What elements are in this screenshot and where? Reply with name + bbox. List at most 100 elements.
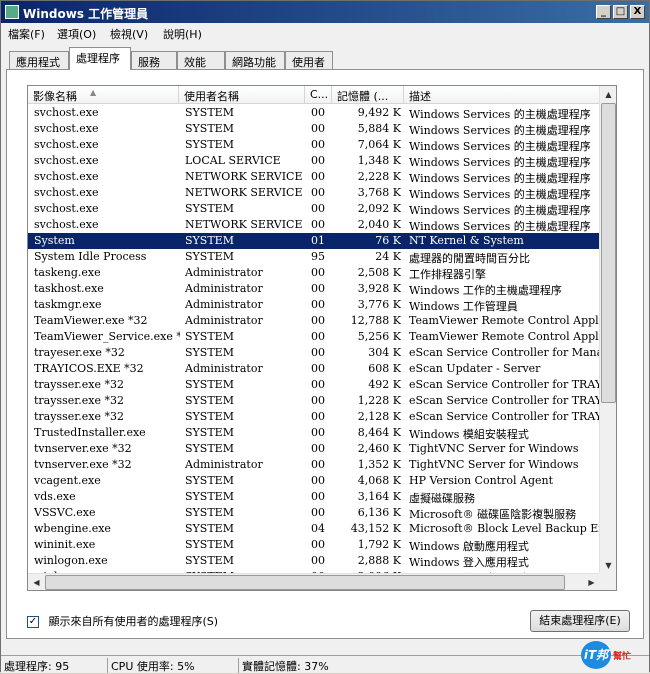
table-row[interactable]: svchost.exe SYSTEM 00 9,492 K Windows Servic… [28, 105, 600, 121]
column-cpu[interactable]: C... [305, 86, 332, 104]
vertical-scroll-thumb[interactable] [601, 103, 616, 403]
process-user-cell: SYSTEM [185, 106, 234, 119]
end-process-button[interactable]: 結束處理程序(E) [530, 610, 630, 632]
table-row[interactable]: taskmgr.exe Administrator 00 3,776 K Windows… [28, 297, 600, 313]
table-row[interactable]: svchost.exe SYSTEM 00 2,092 K Windows Servic… [28, 201, 600, 217]
process-description-cell: eScan Service Controller for TRAYICOS [409, 378, 600, 391]
menu-options[interactable]: 選項(O) [57, 26, 96, 42]
table-row[interactable]: winlogon.exe SYSTEM 00 2,888 K Windows 登入應用程… [28, 553, 600, 569]
process-cpu-cell: 00 [311, 394, 325, 407]
process-name-cell: trayeser.exe *32 [34, 346, 125, 359]
vertical-scrollbar[interactable]: ▲ ▼ [599, 86, 616, 574]
list-header: 影像名稱 ▲ 使用者名稱 C... 記憶體 (... 描述 [28, 86, 600, 104]
process-description-cell: Windows 工作的主機處理程序 [409, 284, 562, 297]
maximize-button[interactable]: □ [613, 5, 628, 19]
scroll-left-icon[interactable]: ◀ [28, 574, 45, 590]
process-user-cell: Administrator [185, 314, 263, 327]
table-row[interactable]: svchost.exe NETWORK SERVICE 00 2,040 K Windo… [28, 217, 600, 233]
table-row[interactable]: wbengine.exe SYSTEM 04 43,152 K Microsoft® B… [28, 521, 600, 537]
scroll-down-icon[interactable]: ▼ [600, 557, 616, 574]
table-row[interactable]: svchost.exe SYSTEM 00 5,884 K Windows Servic… [28, 121, 600, 137]
tab-performance[interactable]: 效能 [177, 51, 225, 70]
process-user-cell: SYSTEM [185, 202, 234, 215]
column-user-name[interactable]: 使用者名稱 [179, 86, 305, 104]
process-cpu-cell: 00 [311, 282, 325, 295]
process-description-cell: Windows Services 的主機處理程序 [409, 172, 591, 185]
column-description[interactable]: 描述 [404, 86, 600, 104]
table-row[interactable]: tvnserver.exe *32 Administrator 00 1,352 K T… [28, 457, 600, 473]
process-memory-cell: 9,492 K [357, 106, 401, 119]
table-row[interactable]: svchost.exe SYSTEM 00 7,064 K Windows Servic… [28, 137, 600, 153]
table-row[interactable]: TrustedInstaller.exe SYSTEM 00 8,464 K Windo… [28, 425, 600, 441]
process-memory-cell: 304 K [368, 346, 401, 359]
process-name-cell: TrustedInstaller.exe [34, 426, 146, 439]
task-manager-app-icon [5, 5, 19, 19]
table-row[interactable]: traysser.exe *32 SYSTEM 00 1,228 K eScan Ser… [28, 393, 600, 409]
table-row[interactable]: svchost.exe LOCAL SERVICE 00 1,348 K Windows… [28, 153, 600, 169]
process-user-cell: SYSTEM [185, 122, 234, 135]
table-row[interactable]: taskeng.exe Administrator 00 2,508 K 工作排程器引擎 [28, 265, 600, 281]
menu-help[interactable]: 說明(H) [163, 26, 202, 42]
table-row[interactable]: TeamViewer_Service.exe *32 SYSTEM 00 5,256 … [28, 329, 600, 345]
menu-view[interactable]: 檢視(V) [110, 26, 148, 42]
process-memory-cell: 5,884 K [357, 122, 401, 135]
tab-applications[interactable]: 應用程式 [9, 51, 69, 70]
table-row[interactable]: wininit.exe SYSTEM 00 1,792 K Windows 啟動應用程式 [28, 537, 600, 553]
process-description-cell: Microsoft® Block Level Backup Engine Se [409, 522, 600, 535]
table-row[interactable]: System SYSTEM 01 76 K NT Kernel & System [28, 233, 600, 249]
column-image-name[interactable]: 影像名稱 ▲ [28, 86, 179, 104]
table-row[interactable]: vds.exe SYSTEM 00 3,164 K 虛擬磁碟服務 [28, 489, 600, 505]
sort-ascending-icon: ▲ [90, 88, 97, 97]
process-memory-cell: 5,256 K [357, 330, 401, 343]
process-description-cell: 虛擬磁碟服務 [409, 492, 475, 505]
table-row[interactable]: svchost.exe NETWORK SERVICE 00 2,228 K Windo… [28, 169, 600, 185]
title-bar[interactable]: Windows 工作管理員 _ □ X [1, 1, 649, 23]
tab-processes[interactable]: 處理程序 [69, 47, 131, 70]
menu-file[interactable]: 檔案(F) [8, 26, 45, 42]
table-row[interactable]: taskhost.exe Administrator 00 3,928 K Window… [28, 281, 600, 297]
processes-panel: 影像名稱 ▲ 使用者名稱 C... 記憶體 (... 描述 svchost.ex… [6, 69, 644, 639]
process-name-cell: svchost.exe [34, 202, 99, 215]
scroll-up-icon[interactable]: ▲ [600, 86, 616, 103]
table-row[interactable]: System Idle Process SYSTEM 95 24 K 處理器的閒置時間百… [28, 249, 600, 265]
column-memory[interactable]: 記憶體 (... [332, 86, 404, 104]
process-cpu-cell: 00 [311, 138, 325, 151]
scrollbar-corner [599, 573, 616, 590]
close-button[interactable]: X [630, 5, 645, 19]
process-cpu-cell: 00 [311, 442, 325, 455]
window-title: Windows 工作管理員 [23, 7, 149, 21]
table-row[interactable]: vcagent.exe SYSTEM 00 4,068 K HP Version Con… [28, 473, 600, 489]
process-memory-cell: 608 K [368, 362, 401, 375]
table-row[interactable]: TeamViewer.exe *32 Administrator 00 12,788 … [28, 313, 600, 329]
scroll-right-icon[interactable]: ▶ [583, 574, 600, 590]
horizontal-scroll-thumb[interactable] [45, 575, 565, 590]
process-cpu-cell: 00 [311, 554, 325, 567]
process-cpu-cell: 00 [311, 506, 325, 519]
status-process-count: 處理程序: 95 [4, 660, 70, 673]
table-row[interactable]: svchost.exe NETWORK SERVICE 00 3,768 K Windo… [28, 185, 600, 201]
process-list[interactable]: 影像名稱 ▲ 使用者名稱 C... 記憶體 (... 描述 svchost.ex… [27, 85, 617, 591]
table-row[interactable]: tvnserver.exe *32 SYSTEM 00 2,460 K TightVNC… [28, 441, 600, 457]
show-all-users-option[interactable]: ✓ 顯示來自所有使用者的處理程序(S) [27, 613, 218, 629]
tab-services[interactable]: 服務 [131, 51, 177, 70]
process-user-cell: SYSTEM [185, 330, 234, 343]
table-row[interactable]: traysser.exe *32 SYSTEM 00 492 K eScan Servi… [28, 377, 600, 393]
status-cpu-usage: CPU 使用率: 5% [107, 658, 195, 673]
horizontal-scrollbar[interactable]: ◀ ▶ [28, 573, 600, 590]
table-row[interactable]: VSSVC.exe SYSTEM 00 6,136 K Microsoft® 磁碟區陰影… [28, 505, 600, 521]
process-memory-cell: 2,508 K [357, 266, 401, 279]
table-row[interactable]: trayeser.exe *32 SYSTEM 00 304 K eScan Servi… [28, 345, 600, 361]
tab-networking[interactable]: 網路功能 [225, 51, 285, 70]
process-description-cell: 工作排程器引擎 [409, 268, 486, 281]
process-name-cell: VSSVC.exe [34, 506, 96, 519]
process-name-cell: traysser.exe *32 [34, 394, 125, 407]
tab-users[interactable]: 使用者 [285, 51, 333, 70]
show-all-users-checkbox[interactable]: ✓ [27, 616, 39, 628]
process-user-cell: SYSTEM [185, 474, 234, 487]
table-row[interactable]: traysser.exe *32 SYSTEM 00 2,128 K eScan Ser… [28, 409, 600, 425]
minimize-button[interactable]: _ [596, 5, 611, 19]
process-user-cell: Administrator [185, 362, 263, 375]
process-user-cell: SYSTEM [185, 138, 234, 151]
process-cpu-cell: 00 [311, 474, 325, 487]
table-row[interactable]: TRAYICOS.EXE *32 Administrator 00 608 K eSca… [28, 361, 600, 377]
